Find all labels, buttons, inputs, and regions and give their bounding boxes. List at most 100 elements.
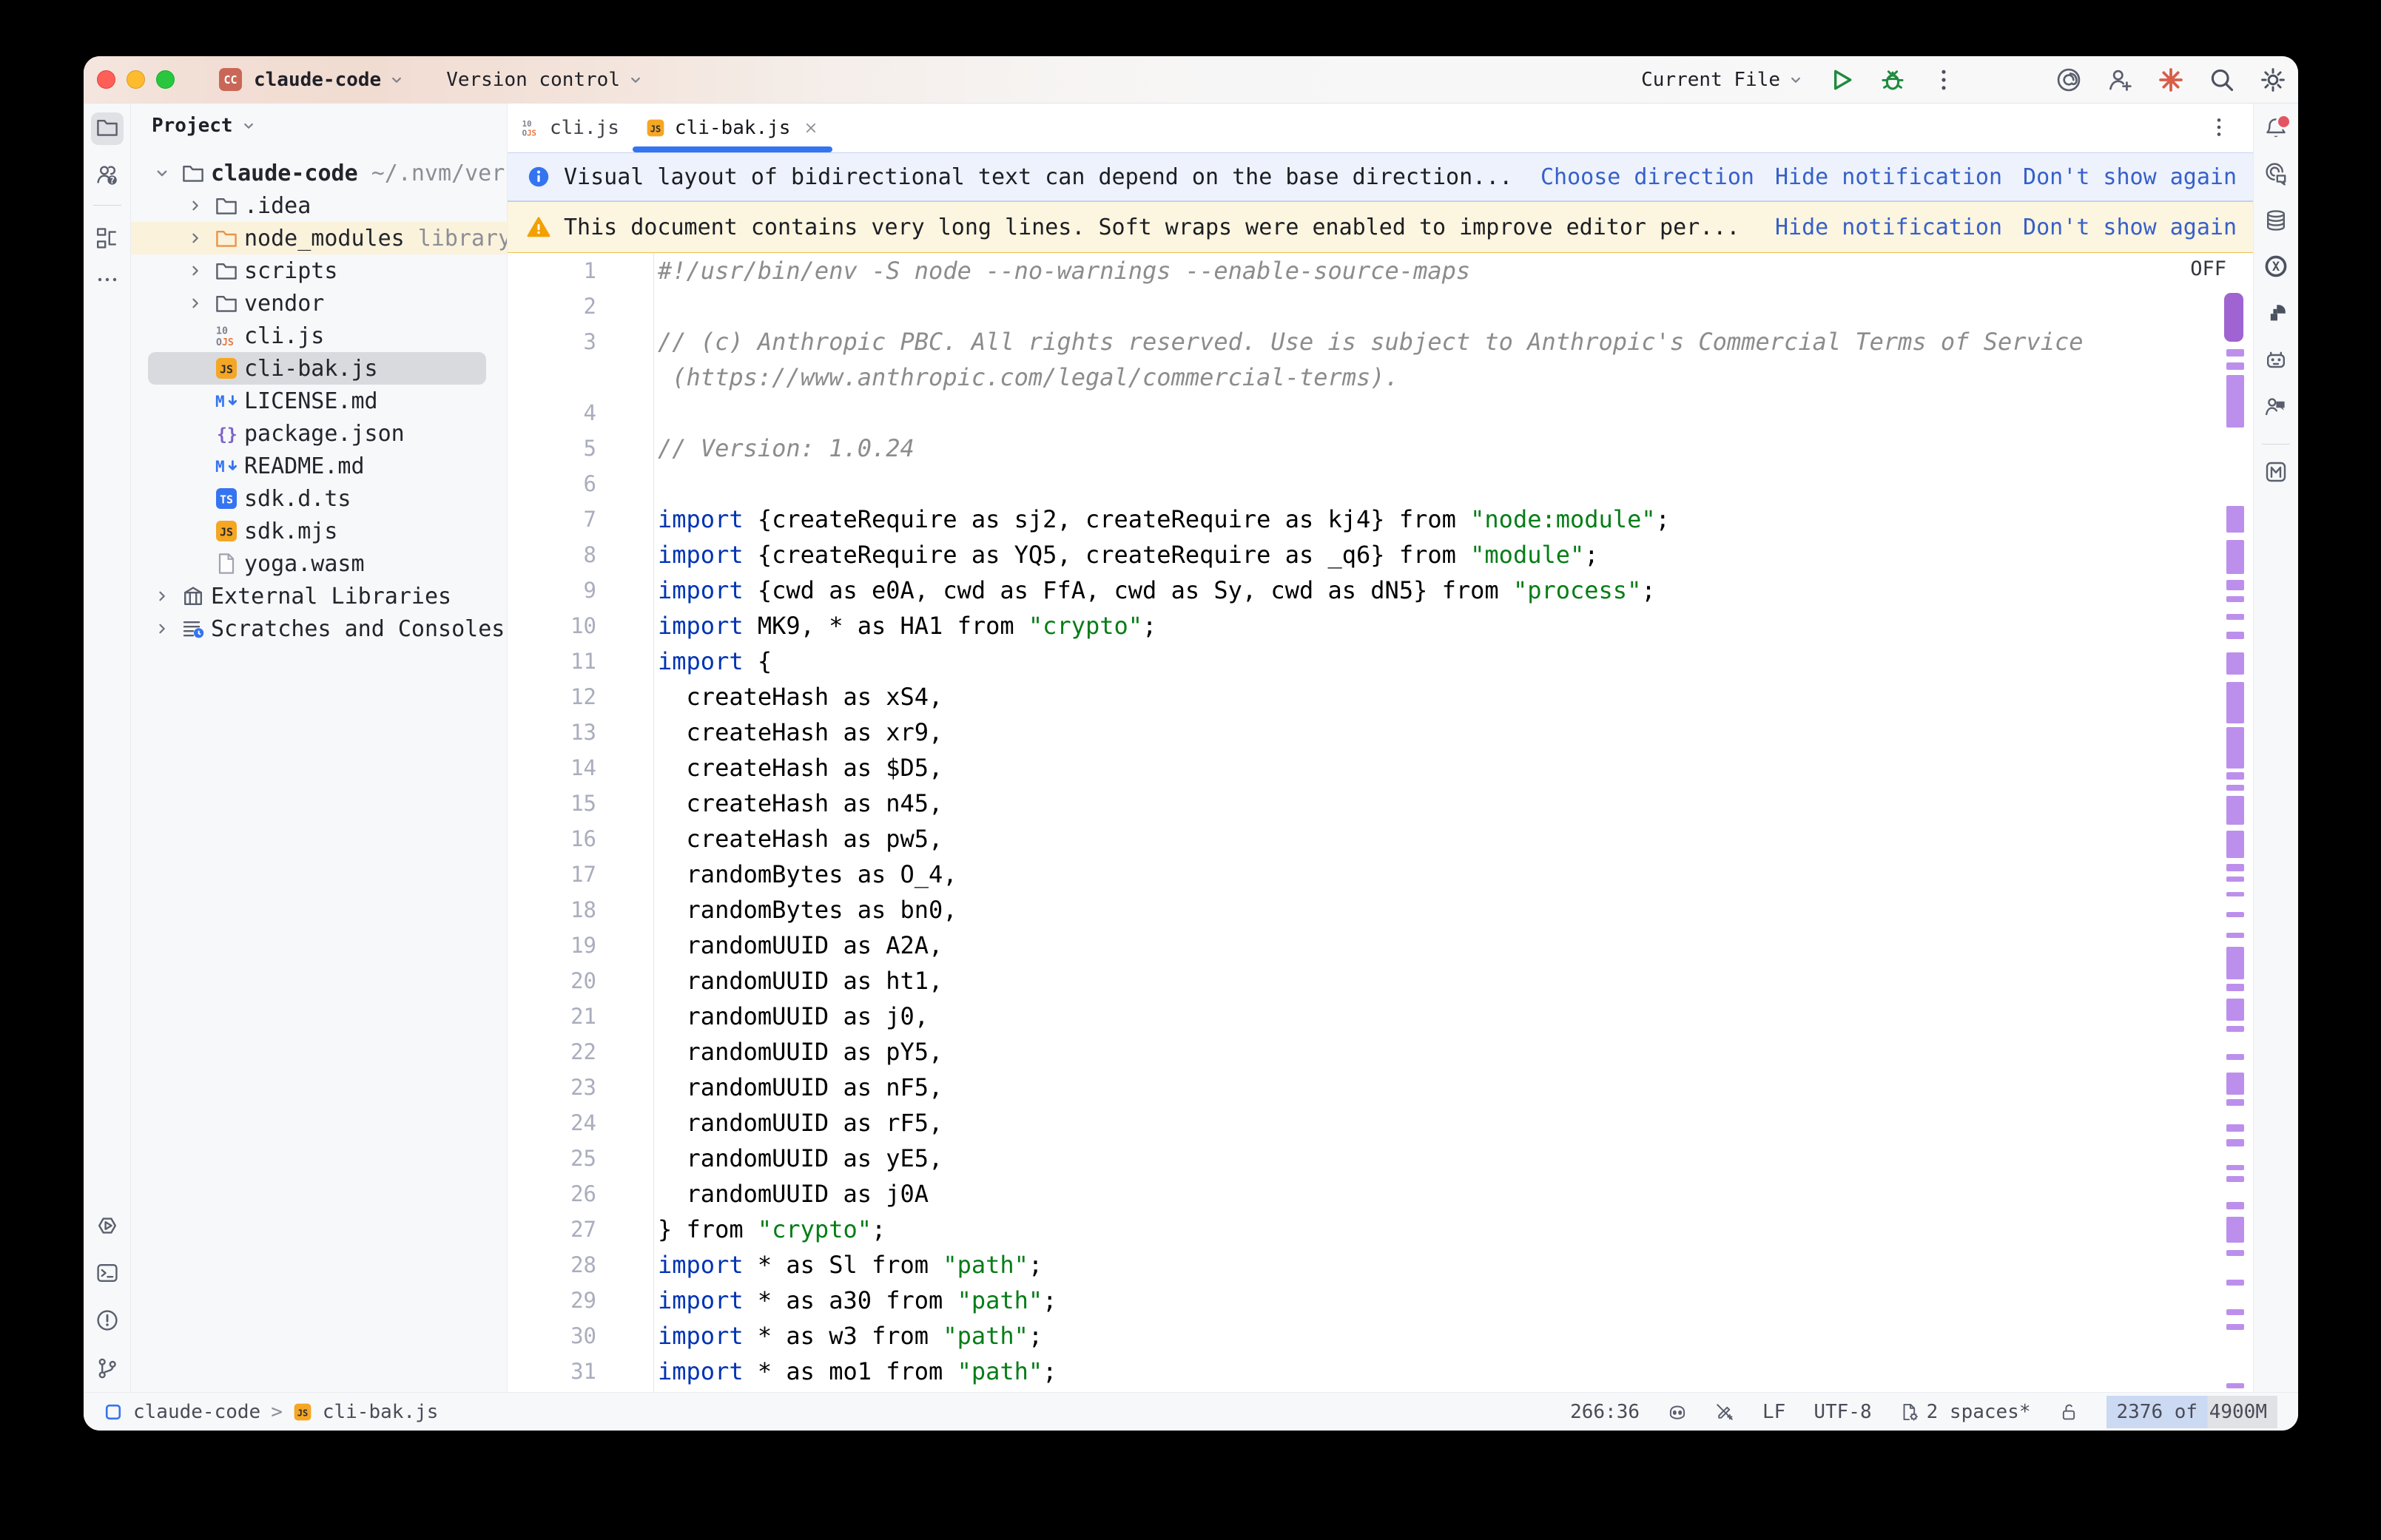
line-number[interactable]: 17 — [508, 857, 596, 892]
run-configuration-selector[interactable]: Current File — [1641, 69, 1804, 91]
inspection-highlight-widget[interactable]: OFF — [2190, 257, 2226, 280]
line-number[interactable]: 7 — [508, 501, 596, 537]
close-window-button[interactable] — [97, 70, 115, 89]
line-number[interactable]: 21 — [508, 999, 596, 1034]
rail-button-version-control-tool[interactable] — [91, 1354, 124, 1386]
zoom-window-button[interactable] — [156, 70, 175, 89]
project-panel-header[interactable]: Project — [131, 104, 507, 148]
line-number[interactable]: 31 — [508, 1354, 596, 1389]
project-tree-item-package-json[interactable]: {}package.json — [131, 417, 507, 450]
status-widget-caret-position[interactable]: 266:36 — [1570, 1401, 1640, 1423]
rail-button-m-plugin-tool[interactable] — [2260, 457, 2292, 490]
line-number[interactable]: 18 — [508, 892, 596, 928]
rail-button-ai-assistant[interactable] — [2260, 159, 2292, 192]
project-tree-item-scratches-and-consoles[interactable]: Scratches and Consoles — [131, 612, 507, 645]
close-tab-button[interactable] — [803, 120, 819, 136]
minimize-window-button[interactable] — [127, 70, 145, 89]
project-tree-item-cli-bak-js[interactable]: JScli-bak.js — [131, 352, 507, 385]
banner-link-hide-notification[interactable]: Hide notification — [1775, 215, 2002, 240]
line-number[interactable]: 25 — [508, 1141, 596, 1176]
project-tree-item-yoga-wasm[interactable]: yoga.wasm — [131, 547, 507, 580]
at-mention-button[interactable] — [2055, 67, 2082, 93]
tab-list-menu-button[interactable] — [2206, 114, 2232, 141]
banner-link-don-t-show-again[interactable]: Don't show again — [2023, 215, 2237, 240]
breadcrumb-item[interactable]: claude-code — [133, 1401, 260, 1423]
ai-assistant-button[interactable] — [2158, 67, 2184, 93]
line-number[interactable]: 2 — [508, 288, 596, 324]
rail-button-more-tools[interactable] — [91, 265, 124, 297]
status-widget-indent-style[interactable]: 2 spaces* — [1900, 1401, 2031, 1423]
rail-button-learn-tool[interactable]: ? — [91, 160, 124, 192]
line-number[interactable]: 6 — [508, 466, 596, 501]
line-number[interactable]: 13 — [508, 715, 596, 750]
rail-button-x-plugin-tool[interactable]: X — [2260, 251, 2292, 284]
rail-button-project-tool[interactable] — [91, 112, 124, 145]
chevron-right-icon[interactable] — [186, 294, 204, 312]
line-number[interactable]: 26 — [508, 1176, 596, 1212]
project-tree-item-sdk-d-ts[interactable]: TSsdk.d.ts — [131, 482, 507, 515]
line-number[interactable]: 3 — [508, 324, 596, 359]
project-tree-item-external-libraries[interactable]: External Libraries — [131, 580, 507, 612]
rail-button-services-tool[interactable] — [91, 1211, 124, 1243]
line-number[interactable]: 14 — [508, 750, 596, 786]
line-number[interactable]: 10 — [508, 608, 596, 644]
rail-button-structure-tool[interactable] — [91, 223, 124, 256]
banner-link-hide-notification[interactable]: Hide notification — [1775, 164, 2002, 190]
chevron-down-icon[interactable] — [153, 164, 171, 182]
status-widget-code-vision-status[interactable] — [1715, 1402, 1734, 1422]
banner-link-don-t-show-again[interactable]: Don't show again — [2023, 164, 2237, 190]
line-number[interactable]: 5 — [508, 430, 596, 466]
status-widget-line-separator[interactable]: LF — [1762, 1401, 1785, 1423]
rail-button-bot-tool[interactable] — [2260, 345, 2292, 377]
version-control-menu[interactable]: Version control — [446, 69, 620, 91]
code-with-me-button[interactable] — [2106, 67, 2133, 93]
code-editor[interactable]: 1#!/usr/bin/env -S node --no-warnings --… — [508, 253, 2253, 1392]
search-everywhere-button[interactable] — [2209, 67, 2235, 93]
project-tree-item-cli-js[interactable]: 10OJScli.js — [131, 320, 507, 352]
line-number[interactable]: 15 — [508, 786, 596, 821]
line-number[interactable]: 11 — [508, 644, 596, 679]
editor-scrollbar-stripe[interactable] — [2224, 253, 2246, 1392]
line-number[interactable]: 30 — [508, 1318, 596, 1354]
chevron-right-icon[interactable] — [186, 262, 204, 280]
project-avatar[interactable]: CC — [219, 68, 242, 91]
line-number[interactable]: 9 — [508, 573, 596, 608]
rail-button-terminal-tool[interactable] — [91, 1258, 124, 1291]
rail-button-notifications[interactable] — [2260, 113, 2292, 146]
run-button[interactable] — [1828, 67, 1855, 93]
status-widget-memory-indicator[interactable]: 2376 of 4900M — [2106, 1396, 2278, 1428]
debug-button[interactable] — [1879, 67, 1906, 93]
breadcrumb-item[interactable]: cli-bak.js — [323, 1401, 439, 1423]
chevron-right-icon[interactable] — [186, 229, 204, 247]
project-tree-item-scripts[interactable]: scripts — [131, 254, 507, 287]
project-name-menu[interactable]: claude-code — [254, 69, 381, 91]
line-number[interactable]: 8 — [508, 537, 596, 573]
editor-tab-cli-js[interactable]: 10OJScli.js — [508, 104, 633, 152]
chevron-right-icon[interactable] — [186, 197, 204, 215]
line-number[interactable]: 12 — [508, 679, 596, 715]
chevron-right-icon[interactable] — [153, 620, 171, 638]
line-number[interactable]: 19 — [508, 928, 596, 963]
line-number[interactable]: 27 — [508, 1212, 596, 1247]
line-number[interactable]: 23 — [508, 1070, 596, 1105]
line-number[interactable]: 4 — [508, 395, 596, 430]
project-tree-item--idea[interactable]: .idea — [131, 189, 507, 222]
rail-button-quarter-logo-tool[interactable] — [2260, 298, 2292, 331]
status-widget-copilot-status[interactable] — [1668, 1402, 1687, 1422]
status-widget-file-encoding[interactable]: UTF-8 — [1813, 1401, 1871, 1423]
settings-button[interactable] — [2260, 67, 2286, 93]
line-number[interactable]: 20 — [508, 963, 596, 999]
project-tree-item-readme-md[interactable]: MREADME.md — [131, 450, 507, 482]
project-tree-item-sdk-mjs[interactable]: JSsdk.mjs — [131, 515, 507, 547]
banner-link-choose-direction[interactable]: Choose direction — [1540, 164, 1754, 190]
line-number[interactable]: 29 — [508, 1283, 596, 1318]
line-number[interactable]: 22 — [508, 1034, 596, 1070]
more-actions-button[interactable] — [1930, 67, 1957, 93]
rail-button-problems-tool[interactable] — [91, 1306, 124, 1338]
project-tree-item-node-modules[interactable]: node_moduleslibrary — [131, 222, 507, 254]
line-number[interactable]: 24 — [508, 1105, 596, 1141]
scrollbar-thumb[interactable] — [2224, 293, 2243, 342]
rail-button-database-tool[interactable] — [2260, 206, 2292, 238]
line-number[interactable]: 1 — [508, 253, 596, 288]
line-number[interactable]: 16 — [508, 821, 596, 857]
